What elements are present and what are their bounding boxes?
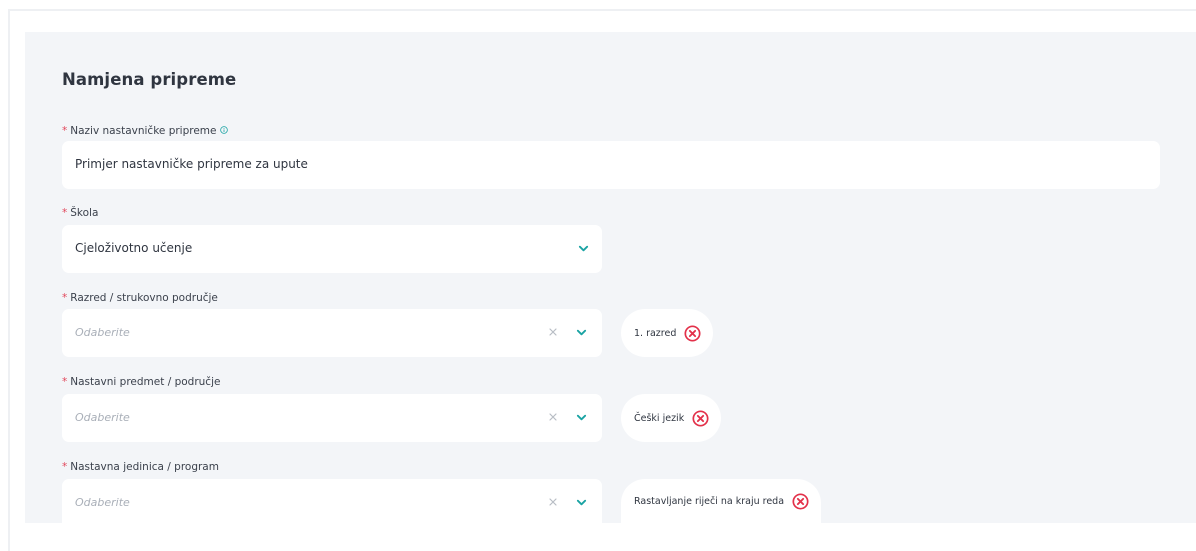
chevron-down-icon[interactable] [576,327,587,338]
predmet-selected-tag: Češki jezik [621,394,722,442]
skola-select-value: Cjeloživotno učenje [75,241,193,255]
jedinica-selected-tag: Rastavljanje riječi na kraju reda [621,479,822,523]
page: Namjena pripreme * Naziv nastavničke prip… [0,0,1196,551]
remove-circle-icon[interactable] [684,324,701,342]
predmet-placeholder: Odaberite [75,411,130,424]
razred-label: * Razred / strukovno područje [62,292,218,304]
form-panel [25,32,1196,523]
remove-circle-icon[interactable] [792,492,809,510]
required-marker: * [62,292,68,304]
required-marker: * [62,461,68,473]
tag-label: Rastavljanje riječi na kraju reda [634,495,785,507]
razred-selected-tag: 1. razred [621,309,714,357]
clear-icon[interactable] [548,327,558,337]
tag-label: 1. razred [634,327,677,339]
predmet-label-text: Nastavni predmet / područje [70,376,221,388]
naziv-label: * Naziv nastavničke pripreme [62,125,228,137]
skola-label-text: Škola [70,207,99,219]
jedinica-label: * Nastavna jedinica / program [62,461,219,473]
razred-select[interactable]: Odaberite [62,309,602,357]
clear-icon[interactable] [548,497,558,507]
section-title: Namjena pripreme [62,70,237,89]
frame-left-border [8,9,10,551]
razred-placeholder: Odaberite [75,326,130,339]
skola-select[interactable]: Cjeloživotno učenje [62,225,602,273]
info-icon[interactable] [219,126,228,134]
naziv-label-text: Naziv nastavničke pripreme [70,125,217,137]
chevron-down-icon[interactable] [578,243,589,254]
jedinica-placeholder: Odaberite [75,496,130,509]
tag-label: Češki jezik [634,412,685,424]
clear-icon[interactable] [548,412,558,422]
razred-label-text: Razred / strukovno područje [70,292,218,304]
required-marker: * [62,125,68,137]
predmet-select[interactable]: Odaberite [62,394,602,442]
jedinica-select[interactable]: Odaberite [62,479,602,523]
frame-top-border [8,9,1196,11]
chevron-down-icon[interactable] [576,497,587,508]
jedinica-label-text: Nastavna jedinica / program [70,461,219,473]
predmet-label: * Nastavni predmet / područje [62,376,220,388]
required-marker: * [62,376,68,388]
chevron-down-icon[interactable] [576,412,587,423]
naziv-input-value: Primjer nastavničke pripreme za upute [75,157,308,171]
required-marker: * [62,207,68,219]
skola-label: * Škola [62,207,98,219]
naziv-input[interactable]: Primjer nastavničke pripreme za upute [62,141,1160,189]
remove-circle-icon[interactable] [692,409,709,427]
